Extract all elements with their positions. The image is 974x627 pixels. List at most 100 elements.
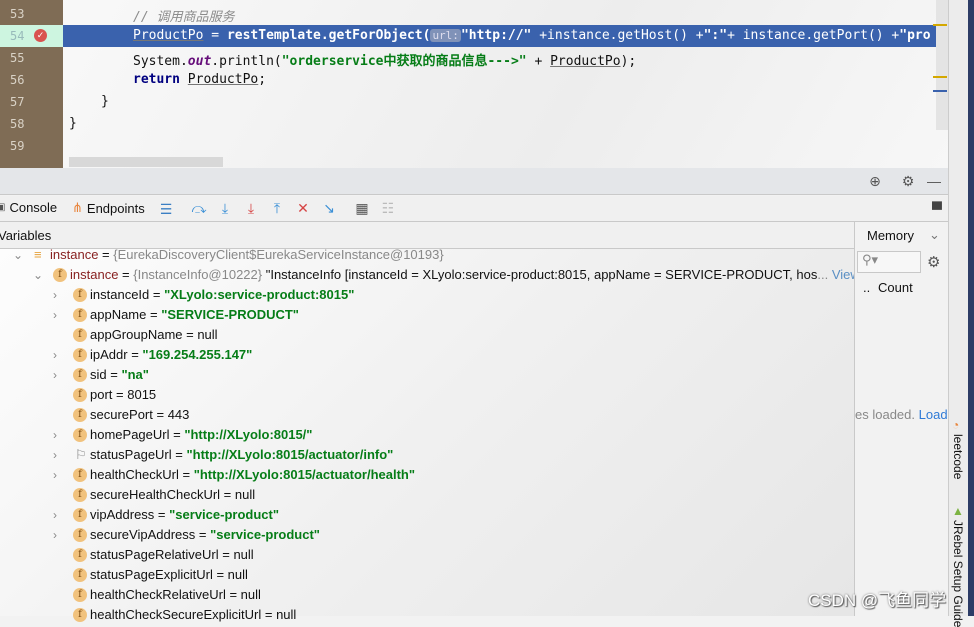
trace-icon[interactable]: ☷ [379,199,397,217]
evaluate-expression-icon[interactable]: ▦ [353,199,371,217]
field-icon: f [73,548,87,562]
jrebel-icon: ▲ [952,504,964,518]
param-hint: url: [430,29,461,42]
memory-tab[interactable]: Memory [867,228,914,243]
code-string: "orderservice中获取的商品信息--->" [281,54,527,69]
force-step-into-icon[interactable]: ⤓ [242,199,260,217]
tree-row[interactable]: ⌄ f instance = {InstanceInfo@10222} "Ins… [0,265,860,285]
code-string: "pro [899,28,931,43]
tree-row[interactable]: f secureHealthCheckUrl = null [0,485,854,505]
minimize-icon[interactable]: — [925,172,943,190]
tree-row[interactable]: › f healthCheckUrl = "http://XLyolo:8015/a… [0,465,854,485]
var-name: homePageUrl [90,427,170,442]
var-name: sid [90,367,107,382]
code-editor[interactable]: 53 54 ✓ 55 56 57 58 59 // 调用商品服务 Product… [0,0,948,168]
code-string: ":" [703,28,728,43]
chevron-down-icon[interactable]: ⌄ [929,227,940,243]
chevron-right-icon[interactable]: › [53,425,65,445]
field-icon: f [73,408,87,422]
var-eq: = [118,267,134,282]
field-icon: f [73,428,87,442]
var-name: securePort [90,407,153,422]
chevron-down-icon[interactable]: ⌄ [13,245,25,265]
var-value: 8015 [127,387,157,402]
load-link[interactable]: Load [919,407,948,422]
tree-row[interactable]: › ⚐ statusPageUrl = "http://XLyolo:8015/ac… [0,445,854,465]
layout-icon[interactable]: ▀ [928,200,946,218]
gear-icon[interactable]: ⚙ [927,253,940,271]
var-name: healthCheckUrl [90,467,179,482]
var-value: "InstanceInfo [instanceId = XLyolo:servi… [262,267,818,282]
var-value: "169.254.255.147" [142,347,253,362]
step-over-icon[interactable]: ⤼ [190,199,208,217]
tree-row[interactable]: › f appName = "SERVICE-PRODUCT" [0,305,854,325]
endpoints-tab[interactable]: ⋔ Endpoints [72,200,145,216]
var-value: null [227,567,248,582]
tree-row[interactable]: › f ipAddr = "169.254.255.147" [0,345,854,365]
step-out-icon[interactable]: ⤒ [268,199,286,217]
drop-frame-icon[interactable]: ✕ [294,199,312,217]
tree-row[interactable]: › f homePageUrl = "http://XLyolo:8015/" [0,425,854,445]
horizontal-scrollbar[interactable] [69,157,223,167]
var-value: "service-product" [210,527,320,542]
field-icon: f [73,368,87,382]
chevron-right-icon[interactable]: › [53,365,65,385]
line-number: 53 [10,7,25,21]
count-column-header[interactable]: Count [878,280,913,295]
warning-marker[interactable] [933,76,947,78]
tree-row[interactable]: f appGroupName = null [0,325,854,345]
tree-row[interactable]: › f sid = "na" [0,365,854,385]
tree-row[interactable]: › f instanceId = "XLyolo:service-product:8… [0,285,854,305]
var-name: healthCheckSecureExplicitUrl [90,607,262,622]
field-icon: f [73,508,87,522]
status-text: es loaded. [855,407,915,422]
var-value: null [233,547,254,562]
chevron-right-icon[interactable]: › [53,465,65,485]
leetcode-tool[interactable]: leetcode [951,434,965,479]
step-into-icon[interactable]: ⤓ [216,199,234,217]
debug-toolbar: ▣ Console ⋔ Endpoints ☰ ⤼ ⤓ ⤓ ⤒ ✕ ↘ ▦ ☷ ▀ [0,196,948,222]
leetcode-icon: ◔ [952,418,960,432]
code-expr: System. [133,54,188,69]
memory-search-input[interactable]: ⚲▾ [857,251,921,273]
chevron-right-icon[interactable]: › [53,505,65,525]
chevron-down-icon[interactable]: ⌄ [33,265,45,285]
chevron-right-icon[interactable]: › [53,525,65,545]
breakpoint-icon[interactable]: ✓ [34,29,47,42]
var-name: instance [50,247,99,262]
frames-icon[interactable]: ☰ [157,200,175,218]
chevron-right-icon[interactable]: › [53,345,65,365]
code-field: out [187,54,212,69]
var-value: null [276,607,297,622]
tree-row[interactable]: f healthCheckSecureExplicitUrl = null [0,605,854,625]
tree-row[interactable]: f securePort = 443 [0,405,854,425]
var-name: statusPageRelativeUrl [90,547,219,562]
chevron-right-icon[interactable]: › [53,445,65,465]
watermark: CSDN @飞鱼同学 [808,591,947,610]
tree-row[interactable]: f statusPageRelativeUrl = null [0,545,854,565]
crosshair-icon[interactable]: ⊕ [866,172,884,190]
tree-row[interactable]: f statusPageExplicitUrl = null [0,565,854,585]
tree-row[interactable]: › f vipAddress = "service-product" [0,505,854,525]
warning-marker[interactable] [933,24,947,26]
line-number: 55 [10,51,25,65]
var-name: instanceId [90,287,150,302]
console-tab[interactable]: ▣ Console [0,200,57,215]
tree-row[interactable]: f healthCheckRelativeUrl = null [0,585,854,605]
chevron-right-icon[interactable]: › [53,305,65,325]
vertical-scrollbar[interactable] [936,0,948,130]
memory-panel: Memory ⌄ ⚲▾ ⚙ .. Count es loaded. Load [854,222,948,616]
field-icon: f [73,488,87,502]
jrebel-setup-guide-tool[interactable]: JRebel Setup Guide [951,520,965,627]
endpoints-label: Endpoints [86,200,145,216]
var-name: vipAddress [90,507,155,522]
chevron-right-icon[interactable]: › [53,285,65,305]
tree-row[interactable]: ⌄ ≡ instance = {EurekaDiscoveryClient$Eu… [0,245,854,265]
variables-tree[interactable]: ⌄ ≡ instance = {EurekaDiscoveryClient$Eu… [0,247,860,622]
tree-row[interactable]: › f secureVipAddress = "service-product" [0,525,854,545]
tree-row[interactable]: f port = 8015 [0,385,854,405]
position-marker[interactable] [933,90,947,92]
gear-icon[interactable]: ⚙ [899,172,917,190]
code-punct: ); [620,54,637,69]
run-to-cursor-icon[interactable]: ↘ [320,199,338,217]
